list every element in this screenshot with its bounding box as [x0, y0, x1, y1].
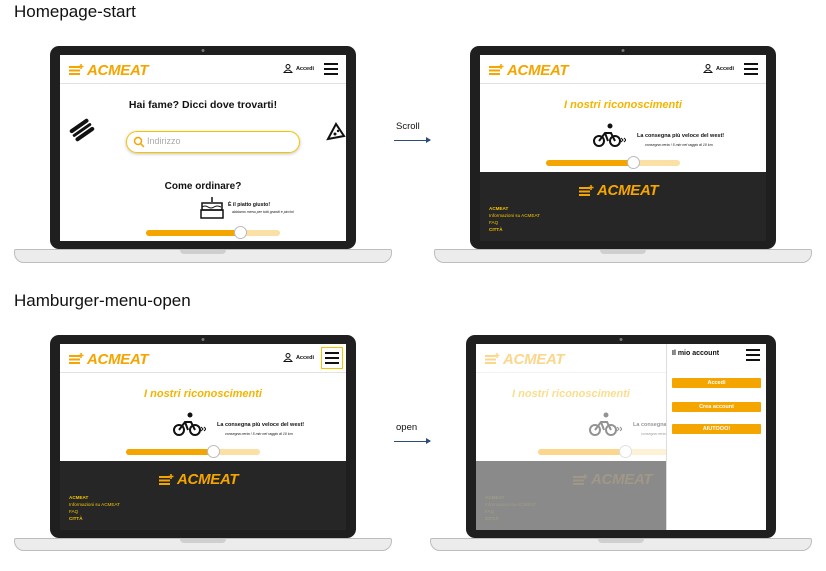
laptop-lid: ACMEAT Accedi I nostri riconoscimenti La…: [50, 335, 356, 538]
award-subtitle: consegna certa ! 5 min nel raggio di 10 …: [225, 432, 293, 436]
award-title: La consegna più veloce del west!: [637, 133, 725, 139]
drawer-title: Il mio account: [672, 350, 720, 357]
search-icon: [133, 136, 145, 148]
footer-logo-text: ACMEAT: [177, 471, 239, 488]
header: ACMEAT Accedi: [60, 344, 346, 373]
drawer-help-button[interactable]: AIUTOOO!: [672, 424, 761, 434]
user-icon: [702, 64, 713, 73]
user-icon: [282, 353, 293, 362]
section-title-hamburger-menu-open: Hamburger-menu-open: [14, 291, 191, 310]
login-link[interactable]: Accedi: [282, 64, 314, 73]
backdrop-overlay-footer[interactable]: [476, 461, 666, 530]
burger-icon: [69, 118, 95, 142]
footer-link[interactable]: Informazioni su ACMEAT: [69, 501, 120, 508]
arrow-scroll: [394, 137, 431, 143]
slider-fill: [146, 230, 240, 236]
slider-knob[interactable]: [207, 445, 221, 458]
laptop-base: [14, 249, 392, 263]
footer-link[interactable]: CITTÀ: [69, 515, 120, 522]
login-label: Accedi: [715, 65, 734, 72]
footer: ACMEAT ACMEAT Informazioni su ACMEAT FAQ…: [60, 461, 346, 530]
logo-text: ACMEAT: [87, 61, 149, 79]
step-subtitle: abbiamo menu per tutti grandi e piccini: [232, 210, 294, 214]
arrow-open: [394, 438, 431, 444]
logo[interactable]: ACMEAT: [488, 60, 569, 80]
footer-logo[interactable]: ACMEAT: [578, 182, 659, 199]
account-drawer: Il mio account Accedi Crea account AIUTO…: [666, 344, 766, 530]
logo-burger-icon: [489, 64, 504, 75]
login-link[interactable]: Accedi: [282, 353, 314, 362]
address-search-input[interactable]: Indirizzo: [126, 131, 300, 153]
webcam: [201, 338, 205, 341]
drawer-create-account-button[interactable]: Crea account: [672, 402, 761, 412]
hamburger-menu-icon[interactable]: [324, 63, 338, 75]
step-title: È il piatto giusto!: [228, 202, 271, 208]
login-label: Accedi: [295, 65, 314, 72]
laptop-base: [434, 249, 812, 263]
hamburger-menu-icon[interactable]: [744, 63, 758, 75]
logo-burger-icon: [159, 473, 174, 485]
slider-knob[interactable]: [627, 156, 641, 169]
footer-link[interactable]: ACMEAT: [489, 205, 540, 212]
steps-slider[interactable]: [146, 226, 280, 239]
awards-slider[interactable]: [546, 156, 680, 169]
slider-fill: [546, 160, 634, 166]
logo-text: ACMEAT: [87, 350, 149, 368]
footer-logo-text: ACMEAT: [597, 182, 659, 199]
slider-fill: [126, 449, 214, 455]
logo[interactable]: ACMEAT: [68, 60, 149, 80]
laptop-base: [14, 538, 392, 551]
award-subtitle: consegna certa ! 5 min nel raggio di 10 …: [645, 143, 713, 147]
cake-icon: [200, 197, 224, 219]
footer-link[interactable]: ACMEAT: [69, 494, 120, 501]
header: ACMEAT Accedi: [480, 55, 766, 84]
footer-logo[interactable]: ACMEAT: [158, 471, 239, 488]
footer-link[interactable]: CITTÀ: [489, 226, 540, 233]
footer-links: ACMEAT Informazioni su ACMEAT FAQ CITTÀ: [489, 205, 540, 233]
laptop-lid: ACMEAT Accedi Hai fame? Dicci dove trova…: [50, 46, 356, 249]
footer-links: ACMEAT Informazioni su ACMEAT FAQ CITTÀ: [69, 494, 120, 522]
bike-icon: [593, 123, 626, 147]
logo[interactable]: ACMEAT: [68, 349, 149, 369]
login-link[interactable]: Accedi: [702, 64, 734, 73]
slider-knob[interactable]: [233, 226, 247, 239]
arrow-label-open: open: [396, 422, 418, 433]
logo-text: ACMEAT: [507, 61, 569, 79]
footer: ACMEAT ACMEAT Informazioni su ACMEAT FAQ…: [480, 172, 766, 241]
awards-title: I nostri riconoscimenti: [564, 99, 682, 111]
logo-burger-icon: [69, 64, 84, 75]
award-title: La consegna più veloce del west!: [217, 422, 305, 428]
drawer-login-button[interactable]: Accedi: [672, 378, 761, 388]
bike-icon: [173, 412, 206, 436]
screen-homepage: ACMEAT Accedi Hai fame? Dicci dove trova…: [60, 55, 346, 241]
home-headline: Hai fame? Dicci dove trovarti!: [128, 99, 278, 111]
footer-link[interactable]: Informazioni su ACMEAT: [489, 212, 540, 219]
header: ACMEAT Accedi: [60, 55, 346, 84]
pizza-icon: [326, 122, 346, 141]
user-icon: [282, 64, 293, 73]
laptop-base: [430, 538, 812, 551]
footer-link[interactable]: FAQ: [489, 219, 540, 226]
webcam: [619, 338, 623, 341]
awards-slider[interactable]: [126, 445, 260, 458]
logo-burger-icon: [579, 184, 594, 196]
laptop-lid: ACMEAT Accedi I nostri riconoscimenti La…: [470, 46, 776, 249]
footer-link[interactable]: FAQ: [69, 508, 120, 515]
hamburger-menu-icon[interactable]: [321, 347, 343, 369]
backdrop-overlay[interactable]: [476, 344, 666, 461]
logo-burger-icon: [69, 353, 84, 364]
arrow-label-scroll: Scroll: [396, 121, 420, 132]
address-placeholder: Indirizzo: [147, 136, 181, 146]
screen-scrolled: ACMEAT Accedi I nostri riconoscimenti La…: [480, 55, 766, 241]
awards-title: I nostri riconoscimenti: [144, 388, 262, 400]
login-label: Accedi: [295, 354, 314, 361]
how-to-order-title: Come ordinare?: [164, 181, 242, 192]
section-title-homepage-start: Homepage-start: [14, 2, 136, 21]
webcam: [201, 49, 205, 52]
screen-menu-open: ACMEAT I nostri riconoscimenti La conseg…: [476, 344, 766, 530]
laptop-lid: ACMEAT I nostri riconoscimenti La conseg…: [466, 335, 776, 538]
webcam: [621, 49, 625, 52]
hamburger-menu-icon[interactable]: [746, 349, 760, 361]
screen-hamburger-hover: ACMEAT Accedi I nostri riconoscimenti La…: [60, 344, 346, 530]
